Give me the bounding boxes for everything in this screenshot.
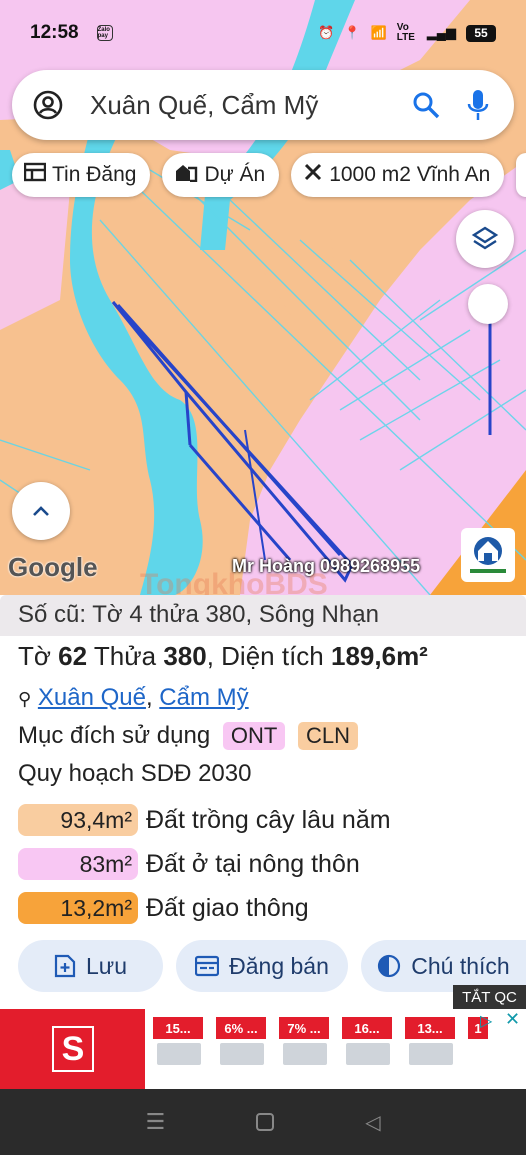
zoom-slider-handle[interactable] — [468, 284, 508, 324]
microphone-icon[interactable] — [462, 89, 494, 121]
ad-products: 15... 6% ... 7% ... 16... 13... 1 ▷ ✕ — [145, 1009, 526, 1089]
sheet-number: 62 — [58, 641, 88, 671]
deal-badge: 7% ... — [279, 1017, 329, 1039]
legend-row: 83m² Đất ở tại nông thôn — [18, 848, 360, 880]
contrast-icon — [378, 954, 401, 978]
laptop-image — [220, 1043, 264, 1065]
post-sale-label: Đăng bán — [229, 952, 329, 979]
deal-badge: 6% ... — [216, 1017, 266, 1039]
chip-more[interactable] — [516, 153, 526, 197]
chip-du-an[interactable]: Dự Án — [162, 153, 280, 197]
search-input[interactable]: Xuân Quế, Cẩm Mỹ — [90, 90, 410, 121]
chip-label: Tin Đăng — [52, 163, 137, 186]
ad-close-icon[interactable]: ✕ — [505, 1009, 520, 1030]
laptop-image — [409, 1043, 453, 1065]
save-plus-icon — [54, 954, 76, 978]
listing-icon — [23, 162, 47, 188]
filter-chips: Tin Đăng Dự Án 1000 m2 Vĩnh An — [12, 153, 526, 197]
google-logo: Google — [8, 552, 98, 582]
layers-button[interactable] — [456, 210, 514, 268]
location-row: ⚲ Xuân Quế, Cẩm Mỹ — [18, 684, 249, 712]
pin-icon: ⚲ — [18, 689, 32, 709]
layers-icon — [471, 226, 499, 250]
house-icon — [174, 162, 198, 188]
battery-icon: 55 — [466, 24, 496, 42]
clock: 12:58 — [30, 22, 79, 43]
back-icon[interactable]: ◁ — [365, 1110, 380, 1135]
legend-label: Đất giao thông — [146, 893, 309, 922]
laptop-image — [157, 1043, 201, 1065]
account-icon[interactable] — [32, 89, 64, 121]
location-link-district[interactable]: Cẩm Mỹ — [159, 684, 248, 711]
legend-row: 13,2m² Đất giao thông — [18, 892, 309, 924]
parcel-title: Tờ 62 Thửa 380, Diện tích 189,6m² — [18, 641, 428, 672]
parcel-number: 380 — [163, 641, 207, 671]
map-view[interactable]: 12:58 Zalo pay ⏰ 📍 📶 Vo LTE ▂▄▆ 55 Xuân … — [0, 0, 526, 595]
area-value: 189,6m² — [331, 641, 428, 671]
post-sale-button[interactable]: Đăng bán — [176, 940, 348, 992]
ad-banner[interactable]: S 15... 6% ... 7% ... 16... 13... 1 ▷ ✕ — [0, 1009, 526, 1089]
old-info-banner: Số cũ: Tờ 4 thửa 380, Sông Nhạn — [0, 595, 526, 636]
area-label: , Diện tích — [206, 641, 324, 671]
chevron-up-icon — [33, 506, 49, 516]
alarm-icon: ⏰ — [318, 25, 335, 40]
legend-button-label: Chú thích — [411, 952, 510, 979]
chip-tin-dang[interactable]: Tin Đăng — [12, 153, 151, 197]
legend-value: 13,2m² — [18, 892, 138, 924]
hoang-thinh-land-logo — [461, 528, 515, 582]
sheet-label: Tờ — [18, 641, 51, 671]
tag-cln[interactable]: CLN — [297, 722, 358, 750]
save-button-label: Lưu — [86, 952, 127, 979]
search-bar[interactable]: Xuân Quế, Cẩm Mỹ — [12, 70, 514, 140]
shop-logo: S — [52, 1026, 94, 1072]
save-button[interactable]: Lưu — [18, 940, 163, 992]
purpose-row: Mục đích sử dụng ONT CLN — [18, 722, 358, 750]
system-nav-bar: ☰ ◁ — [0, 1089, 526, 1155]
wifi-icon: 📶 — [370, 25, 387, 40]
zalo-pay-icon: Zalo pay — [96, 25, 113, 41]
deal-badge: 15... — [153, 1017, 203, 1039]
chip-label: Dự Án — [204, 163, 266, 186]
chip-vinh-an[interactable]: 1000 m2 Vĩnh An — [291, 153, 505, 197]
legend-label: Đất ở tại nông thôn — [146, 849, 360, 878]
laptop-image — [283, 1043, 327, 1065]
legend-label: Đất trồng cây lâu năm — [146, 805, 391, 834]
deal-badge: 13... — [405, 1017, 455, 1039]
status-bar: 12:58 Zalo pay ⏰ 📍 📶 Vo LTE ▂▄▆ 55 — [0, 0, 526, 66]
ad-choices-icon[interactable]: ▷ — [480, 1011, 492, 1031]
deal-badge: 16... — [342, 1017, 392, 1039]
tool-icon — [303, 162, 323, 188]
close-ad-button[interactable]: TẮT QC — [453, 985, 526, 1009]
legend-value: 93,4m² — [18, 804, 138, 836]
network-label: Vo LTE — [396, 22, 415, 43]
recent-apps-icon[interactable]: ☰ — [145, 1109, 165, 1135]
legend-row: 93,4m² Đất trồng cây lâu năm — [18, 804, 391, 836]
purpose-label: Mục đích sử dụng — [18, 722, 211, 749]
parcel-label: Thửa — [93, 641, 157, 671]
expand-sheet-button[interactable] — [12, 482, 70, 540]
home-icon[interactable] — [256, 1113, 275, 1131]
post-icon — [195, 955, 220, 977]
location-separator: , — [145, 684, 153, 711]
location-link-commune[interactable]: Xuân Quế — [38, 684, 146, 711]
location-icon: 📍 — [344, 25, 361, 40]
plan-label: Quy hoạch SDĐ 2030 — [18, 760, 252, 787]
chip-label: 1000 m2 Vĩnh An — [329, 163, 491, 186]
laptop-image — [346, 1043, 390, 1065]
tag-ont[interactable]: ONT — [222, 722, 286, 750]
signal-icon: ▂▄▆ — [426, 25, 456, 40]
search-icon[interactable] — [410, 89, 442, 121]
legend-value: 83m² — [18, 848, 138, 880]
